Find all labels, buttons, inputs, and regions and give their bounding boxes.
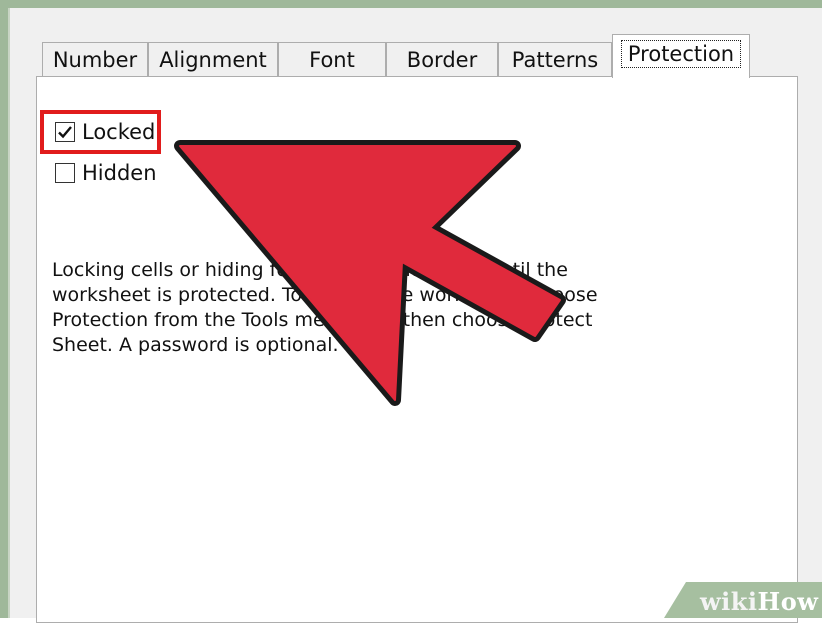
tab-patterns-label: Patterns bbox=[511, 48, 599, 72]
tab-protection[interactable]: Protection bbox=[612, 34, 750, 78]
tab-font[interactable]: Font bbox=[278, 42, 386, 77]
highlight-box bbox=[40, 110, 161, 154]
tab-font-label: Font bbox=[309, 48, 355, 72]
tab-border-label: Border bbox=[406, 48, 478, 72]
tab-border[interactable]: Border bbox=[386, 42, 498, 77]
tab-number-label: Number bbox=[52, 48, 138, 72]
description-line: worksheet is protected. To protect the w… bbox=[52, 284, 598, 306]
tab-alignment-label: Alignment bbox=[159, 48, 267, 72]
tab-protection-label: Protection bbox=[620, 39, 742, 68]
hidden-option[interactable]: Hidden bbox=[55, 161, 157, 185]
tab-alignment[interactable]: Alignment bbox=[148, 42, 278, 77]
protection-description: Locking cells or hiding formulas has no … bbox=[52, 258, 632, 358]
description-line: Protection from the Tools menu, and then… bbox=[52, 309, 593, 331]
tab-patterns[interactable]: Patterns bbox=[498, 42, 612, 77]
wikihow-logo: wikiHow bbox=[700, 587, 818, 616]
hidden-label: Hidden bbox=[82, 161, 157, 185]
wikihow-logo-how: How bbox=[757, 587, 819, 616]
description-line: Sheet. A password is optional. bbox=[52, 334, 339, 356]
wikihow-logo-wiki: wiki bbox=[700, 587, 758, 616]
hidden-checkbox[interactable] bbox=[55, 163, 75, 183]
tab-number[interactable]: Number bbox=[42, 42, 148, 77]
description-line: Locking cells or hiding formulas has no … bbox=[52, 259, 568, 281]
